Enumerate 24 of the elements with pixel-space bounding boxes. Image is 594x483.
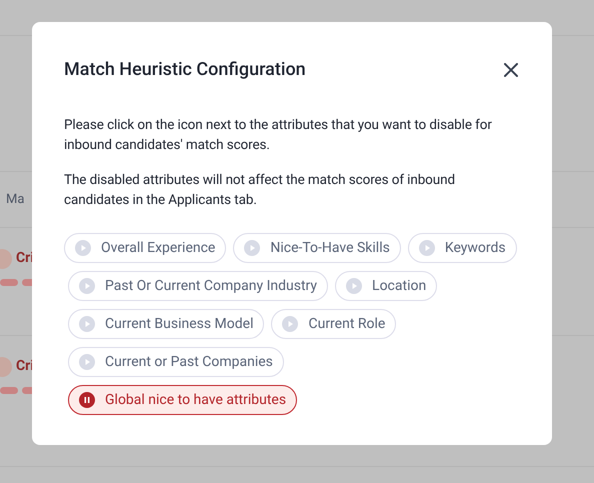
play-icon — [282, 316, 298, 332]
play-icon — [75, 240, 91, 256]
column-header: Ma — [6, 190, 24, 209]
play-icon — [418, 240, 435, 256]
play-icon — [79, 354, 95, 370]
attribute-chip[interactable]: Keywords — [408, 233, 517, 263]
attribute-chip[interactable]: Nice-To-Have Skills — [233, 233, 401, 263]
attribute-chip[interactable]: Past Or Current Company Industry — [68, 271, 328, 301]
progress-segment — [0, 279, 18, 286]
close-icon[interactable] — [504, 62, 518, 76]
instruction-text: Please click on the icon next to the attributes that you want to disable for inbound candidates' match scores. — [64, 116, 493, 155]
dialog-title: Match Heuristic Configuration — [64, 58, 306, 82]
attribute-chip[interactable]: Current Role — [271, 309, 396, 339]
attribute-chip[interactable]: Location — [335, 271, 438, 301]
play-icon — [79, 316, 95, 332]
attribute-chip[interactable]: Current Business Model — [68, 309, 264, 339]
instruction-text: The disabled attributes will not affect the match scores of inbound candidates in the Applicants tab. — [64, 171, 456, 210]
attribute-chip[interactable]: Current or Past Companies — [68, 347, 284, 377]
attribute-chip[interactable]: Overall Experience — [64, 233, 226, 263]
play-icon — [79, 278, 95, 294]
play-icon — [244, 240, 260, 256]
play-icon — [346, 278, 362, 294]
pause-icon — [79, 392, 95, 408]
progress-segment — [0, 387, 18, 394]
